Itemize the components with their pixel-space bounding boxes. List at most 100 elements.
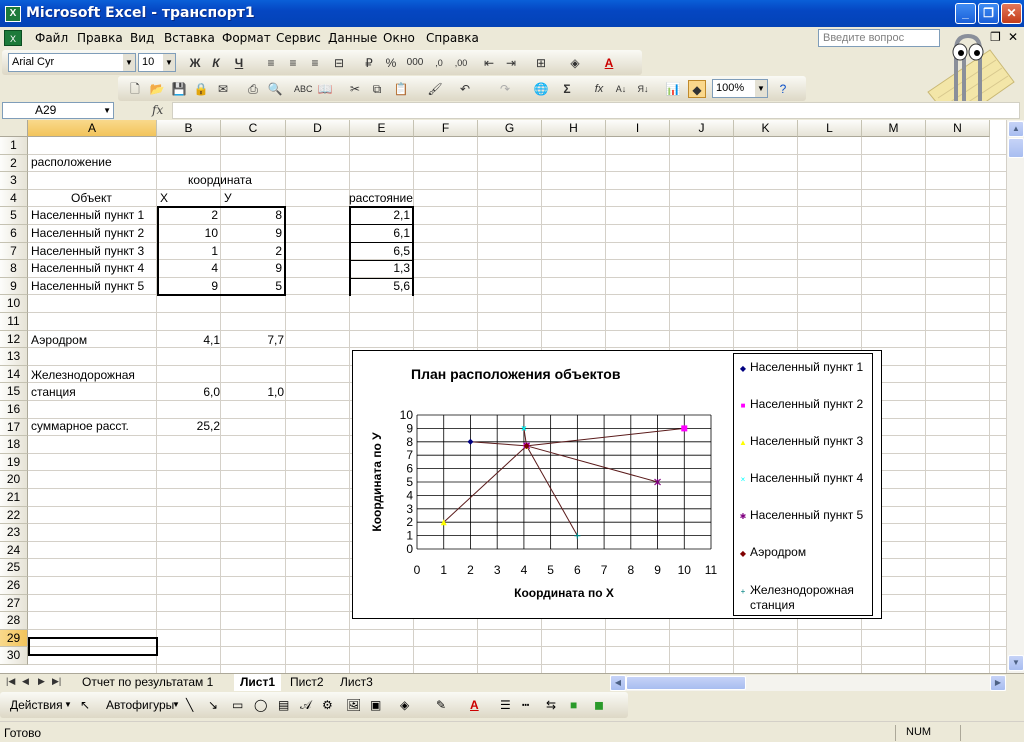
help-icon[interactable]: ? — [774, 80, 792, 98]
copy-icon[interactable]: ⧉ — [368, 80, 386, 98]
menu-window[interactable]: Окно — [383, 31, 415, 45]
menu-tools[interactable]: Сервис — [276, 31, 321, 45]
row-header-29[interactable]: 29 — [0, 629, 28, 648]
column-header-i[interactable]: I — [606, 120, 670, 137]
vertical-scrollbar[interactable]: ▲ ▼ — [1006, 120, 1024, 673]
select-all-corner[interactable] — [0, 120, 28, 137]
row-header-22[interactable]: 22 — [0, 506, 28, 525]
permission-icon[interactable]: 🔒 — [192, 80, 210, 98]
percent-button[interactable]: % — [382, 54, 400, 72]
line-icon[interactable]: ╲ — [186, 698, 193, 712]
textbox-icon[interactable]: ▤ — [278, 698, 289, 712]
row-header-16[interactable]: 16 — [0, 401, 28, 419]
legend-item[interactable]: ◆ Населенный пункт 1 — [738, 360, 863, 376]
format-painter-icon[interactable]: 🖌 — [426, 80, 444, 98]
scroll-left-icon[interactable]: ◀ — [610, 675, 626, 691]
draw-font-color-icon[interactable]: A — [470, 698, 479, 712]
autoshapes-menu[interactable]: Автофигуры — [106, 698, 174, 712]
column-header-f[interactable]: F — [414, 120, 478, 137]
legend-item[interactable]: ◆ Аэродром — [738, 545, 806, 561]
row-header-8[interactable]: 8 — [0, 260, 28, 278]
column-header-n[interactable]: N — [926, 120, 990, 137]
menu-insert[interactable]: Вставка — [164, 31, 215, 45]
decrease-decimal-icon[interactable]: ,00 — [452, 54, 470, 72]
sort-ascending-icon[interactable]: A↓ — [612, 80, 630, 98]
align-center-icon[interactable]: ≡ — [284, 54, 302, 72]
excel-app-icon[interactable]: X — [5, 6, 21, 22]
legend-item[interactable]: ▲ Населенный пункт 3 — [738, 434, 863, 450]
next-sheet-icon[interactable]: ▶ — [38, 676, 45, 687]
cut-icon[interactable]: ✂ — [346, 80, 364, 98]
column-header-g[interactable]: G — [478, 120, 542, 137]
diagram-icon[interactable]: ⚙ — [322, 698, 333, 712]
fill-color-icon[interactable]: ◈ — [566, 54, 584, 72]
arrow-icon[interactable]: ↘ — [208, 698, 218, 712]
scroll-up-icon[interactable]: ▲ — [1008, 121, 1024, 137]
save-icon[interactable]: 💾 — [170, 80, 188, 98]
row-header-21[interactable]: 21 — [0, 489, 28, 507]
drawing-toggle-icon[interactable]: ◆ — [688, 80, 706, 98]
select-objects-icon[interactable]: ↖ — [80, 698, 90, 712]
vscroll-thumb[interactable] — [1008, 138, 1024, 158]
print-icon[interactable]: ⎙ — [244, 80, 262, 98]
rectangle-icon[interactable]: ▭ — [232, 698, 243, 712]
row-header-20[interactable]: 20 — [0, 471, 28, 489]
column-header-d[interactable]: D — [286, 120, 350, 137]
legend-item[interactable]: × Населенный пункт 4 — [738, 471, 864, 487]
clipart-icon[interactable]: 🖼 — [346, 698, 361, 712]
actions-arrow-icon[interactable]: ▼ — [64, 700, 72, 709]
undo-icon[interactable]: ↶ — [456, 80, 474, 98]
scroll-down-icon[interactable]: ▼ — [1008, 655, 1024, 671]
font-size-select[interactable]: 10 ▼ — [138, 53, 176, 72]
row-header-2[interactable]: 2 — [0, 154, 28, 173]
italic-button[interactable]: К — [207, 54, 225, 72]
row-header-15[interactable]: 15 — [0, 383, 28, 401]
open-icon[interactable]: 📂 — [148, 80, 166, 98]
column-header-k[interactable]: K — [734, 120, 798, 137]
chart-legend[interactable]: ◆ Населенный пункт 1 ■ Населенный пункт 2 ▲ Н… — [733, 353, 873, 616]
legend-item[interactable]: + Железнодорожная — [738, 583, 854, 599]
spelling-icon[interactable]: ABC — [294, 80, 313, 98]
row-header-26[interactable]: 26 — [0, 577, 28, 595]
actions-menu[interactable]: Действия — [10, 698, 63, 712]
hyperlink-icon[interactable]: 🌐 — [532, 80, 550, 98]
research-icon[interactable]: 📖 — [316, 80, 334, 98]
merge-center-icon[interactable]: ⊟ — [330, 54, 348, 72]
shadow-icon[interactable]: ■ — [570, 698, 577, 712]
line-style-icon[interactable]: ☰ — [500, 698, 511, 712]
insert-function-button[interactable]: fx — [590, 80, 608, 98]
tab-sheet2[interactable]: Пист2 — [284, 674, 330, 691]
tab-report[interactable]: Отчет по результатам 1 — [76, 674, 219, 691]
picture-icon[interactable]: ▣ — [370, 698, 381, 712]
horizontal-scrollbar[interactable]: ◀ ▶ — [610, 675, 1006, 691]
row-header-24[interactable]: 24 — [0, 541, 28, 560]
decrease-indent-icon[interactable]: ⇤ — [480, 54, 498, 72]
prev-sheet-icon[interactable]: ◀ — [22, 676, 29, 687]
line-color-icon[interactable]: ✎ — [436, 698, 446, 712]
zoom-select[interactable]: 100% ▼ — [712, 79, 768, 98]
worksheet-grid[interactable]: ABCDEFGHIJKLMN 1 2 3 4 5 6 7 8 9 10 11 12 13 14 15 16 17… — [0, 120, 1006, 673]
align-left-icon[interactable]: ≡ — [262, 54, 280, 72]
row-header-30[interactable]: 30 — [0, 647, 28, 665]
wordart-icon[interactable]: 𝒜 — [300, 698, 311, 713]
font-color-icon[interactable]: A — [600, 54, 618, 72]
row-header-28[interactable]: 28 — [0, 612, 28, 630]
hscroll-thumb[interactable] — [626, 676, 746, 690]
3d-icon[interactable]: ◼ — [594, 698, 604, 712]
menu-edit[interactable]: Правка — [77, 31, 123, 45]
paste-icon[interactable]: 📋 — [392, 80, 410, 98]
dash-style-icon[interactable]: ┅ — [522, 698, 529, 712]
row-header-5[interactable]: 5 — [0, 207, 28, 225]
bold-button[interactable]: Ж — [186, 54, 204, 72]
row-header-23[interactable]: 23 — [0, 524, 28, 542]
row-header-13[interactable]: 13 — [0, 348, 28, 366]
row-header-12[interactable]: 12 — [0, 330, 28, 349]
underline-button[interactable]: Ч — [230, 54, 248, 72]
last-sheet-icon[interactable]: ▶| — [52, 676, 61, 687]
row-header-1[interactable]: 1 — [0, 137, 28, 155]
fill-icon[interactable]: ◈ — [400, 698, 409, 712]
active-cell-a29[interactable] — [28, 637, 158, 656]
column-header-h[interactable]: H — [542, 120, 606, 137]
tab-sheet3[interactable]: Лист3 — [334, 674, 379, 691]
row-header-14[interactable]: 14 — [0, 365, 28, 384]
